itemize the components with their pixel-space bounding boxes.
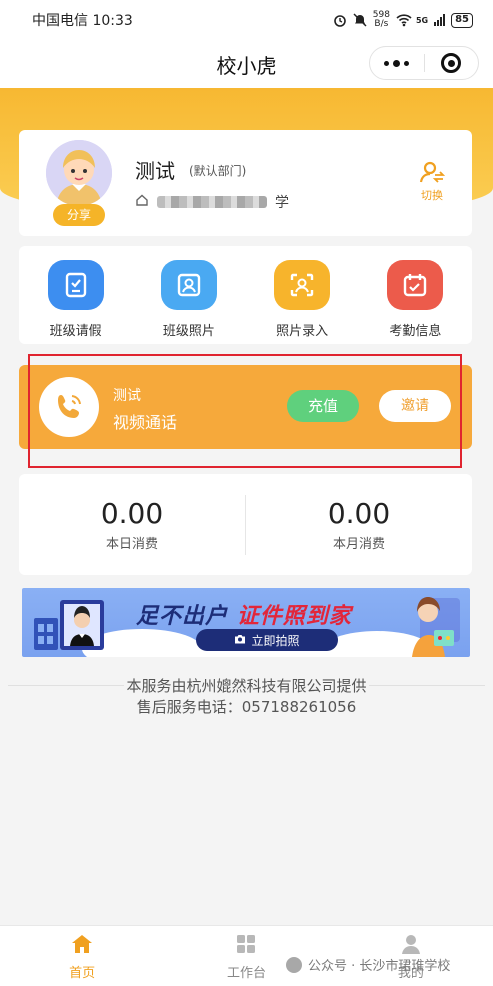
avatar[interactable] [46,140,112,206]
home-icon [71,934,93,958]
menu-item-class-photo[interactable]: 班级照片 [132,246,245,344]
user-department: (默认部门) [189,164,247,178]
status-icons: 598 B/s 5G 85 [333,11,473,29]
month-consumption-value: 0.00 [327,497,391,530]
take-photo-button[interactable]: 立即拍照 [196,629,338,651]
id-photo-banner[interactable]: 足不出户 证件照到家 立即拍照 [22,588,470,657]
share-button[interactable]: 分享 [53,204,105,226]
nav-bar: 校小虎 [0,40,493,88]
tab-home[interactable]: 首页 [0,926,164,986]
banner-headline: 足不出户 证件照到家 [136,604,352,629]
page-title: 校小虎 [216,53,277,78]
menu-item-attendance[interactable]: 考勤信息 [359,246,472,344]
signal-icon [434,14,446,26]
mute-icon [353,13,367,27]
leave-request-icon [47,260,104,310]
today-consumption-value: 0.00 [100,497,164,530]
miniprogram-capsule [369,46,479,80]
status-bar: 中国电信 10:33 598 B/s 5G 85 [0,0,493,40]
school-name-suffix: 学 [275,195,289,211]
highlight-annotation-box [28,354,462,468]
watermark: 公众号 · 长沙市珺琟学校 [286,955,450,974]
carrier-time: 中国电信 10:33 [32,13,133,29]
target-icon [441,53,462,73]
close-miniprogram-button[interactable] [425,53,479,73]
camera-icon [234,633,246,647]
attendance-icon [387,260,444,310]
switch-button[interactable]: 切换 [414,160,450,203]
net-speed: 598 B/s [372,10,390,29]
battery-icon: 85 [451,12,473,28]
grid-icon [235,934,257,958]
menu-item-class-leave[interactable]: 班级请假 [19,246,132,344]
profile-card: 分享 测试 (默认部门) 学 切换 [19,130,472,236]
consumption-stats: 0.00 本日消费 0.00 本月消费 [19,474,472,575]
alarm-icon [333,13,347,27]
today-consumption-label: 本日消费 [105,537,158,552]
photo-entry-icon [274,260,331,310]
month-consumption-label: 本月消费 [332,537,385,552]
today-consumption: 0.00 本日消费 [19,497,245,552]
provider-text: 本服务由杭州媲然科技有限公司提供 [124,677,369,695]
footer-info: 本服务由杭州媲然科技有限公司提供 售后服务电话：057188261056 [0,676,493,718]
id-photo-frame-icon [34,596,108,656]
user-name: 测试 [135,159,175,183]
month-consumption: 0.00 本月消费 [246,497,472,552]
home-icon [135,193,149,211]
menu-item-photo-entry[interactable]: 照片录入 [246,246,359,344]
class-photo-icon [160,260,217,310]
wechat-official-account-icon [286,956,302,973]
wifi-icon [396,13,412,27]
function-menu: 班级请假 班级照片 照片录入 考勤信息 [19,246,472,344]
school-row: 学 [135,192,289,212]
banner-model-illustration [398,592,462,657]
hotline-text: 售后服务电话：057188261056 [134,698,359,716]
switch-user-icon [414,160,450,187]
more-button[interactable] [370,59,424,67]
school-name-blurred [157,196,267,208]
network-type: 5G [415,15,429,25]
